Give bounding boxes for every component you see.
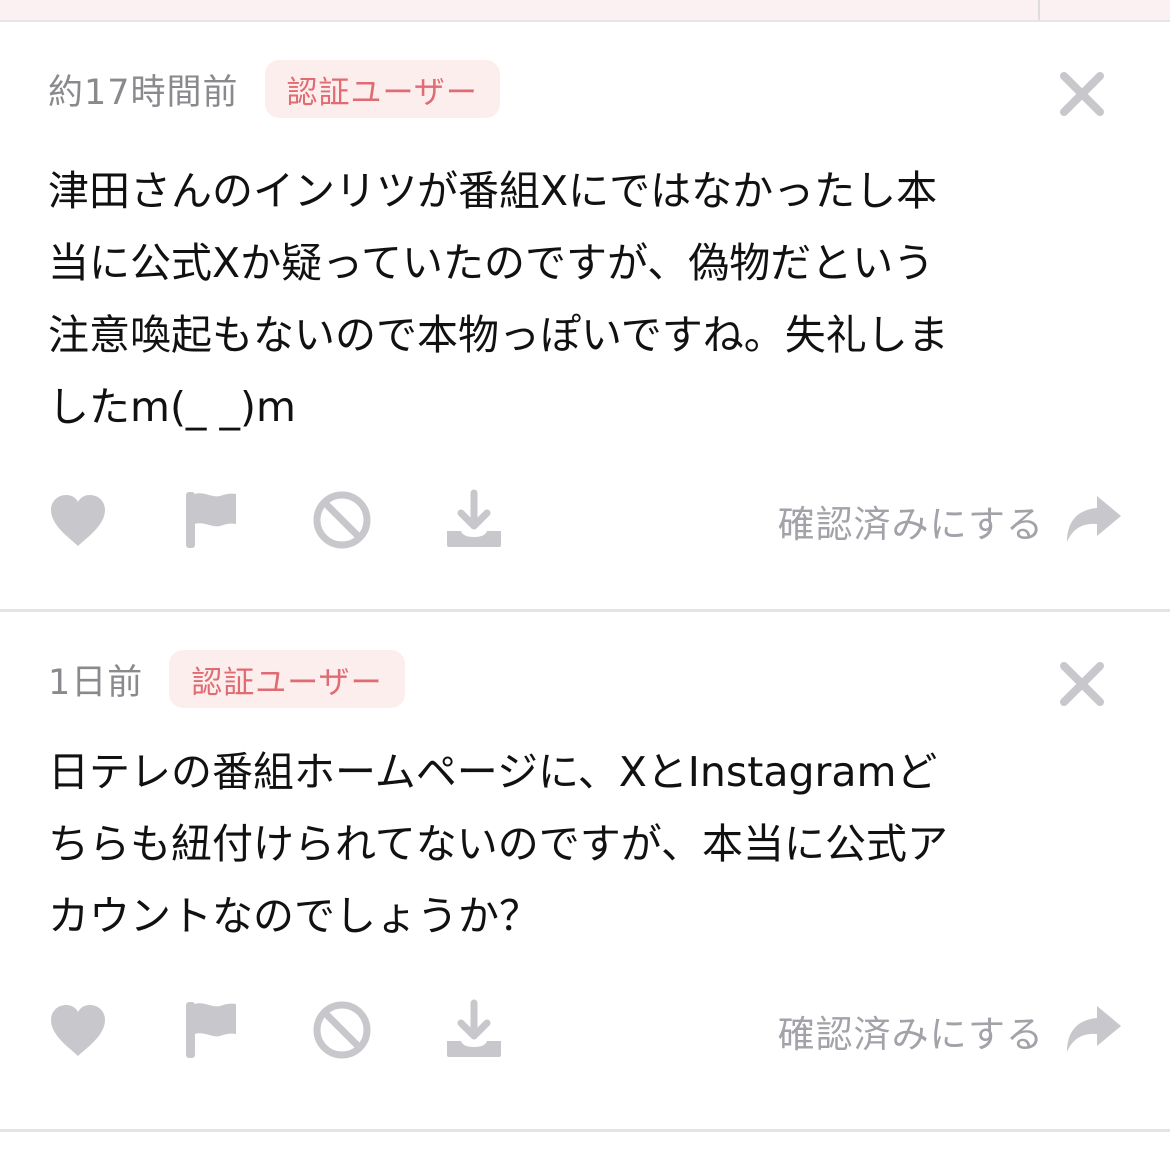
heart-icon bbox=[51, 495, 105, 546]
heart-icon bbox=[51, 1005, 105, 1056]
comment-actions: 確認済みにする bbox=[46, 998, 1124, 1062]
block-button[interactable] bbox=[310, 488, 374, 552]
reply-button[interactable] bbox=[1060, 488, 1124, 552]
download-icon bbox=[447, 999, 501, 1057]
close-icon bbox=[1060, 72, 1104, 116]
flag-icon bbox=[186, 1002, 236, 1058]
block-icon bbox=[313, 491, 371, 549]
verified-user-badge: 認証ユーザー bbox=[169, 650, 405, 708]
close-button[interactable] bbox=[1056, 658, 1108, 710]
report-button[interactable] bbox=[178, 488, 242, 552]
comment-timestamp: 約17時間前 bbox=[48, 72, 239, 113]
previous-card-divider bbox=[1038, 0, 1040, 20]
download-icon bbox=[447, 489, 501, 547]
block-icon bbox=[313, 1001, 371, 1059]
comment-card: 1日前 認証ユーザー 日テレの番組ホームページに、XとInstagramど ちら… bbox=[0, 612, 1170, 1132]
save-button[interactable] bbox=[442, 488, 506, 552]
comment-card: 約17時間前 認証ユーザー 津田さんのインリツが番組Xにではなかったし本 当に公… bbox=[0, 22, 1170, 612]
previous-card-bottom bbox=[0, 0, 1170, 22]
comment-text: 津田さんのインリツが番組Xにではなかったし本 当に公式Xか疑っていたのですが、偽… bbox=[48, 167, 949, 431]
block-button[interactable] bbox=[310, 998, 374, 1062]
comment-meta: 約17時間前 認証ユーザー bbox=[48, 60, 500, 118]
comment-text: 日テレの番組ホームページに、XとInstagramど ちらも紐付けられてないので… bbox=[48, 748, 948, 940]
like-button[interactable] bbox=[46, 488, 110, 552]
comment-meta: 1日前 認証ユーザー bbox=[48, 650, 405, 708]
reply-arrow-icon bbox=[1067, 496, 1121, 542]
report-button[interactable] bbox=[178, 998, 242, 1062]
reply-arrow-icon bbox=[1067, 1006, 1121, 1052]
reply-button[interactable] bbox=[1060, 998, 1124, 1062]
save-button[interactable] bbox=[442, 998, 506, 1062]
mark-confirmed-link[interactable]: 確認済みにする bbox=[778, 1004, 1044, 1058]
mark-confirmed-link[interactable]: 確認済みにする bbox=[778, 494, 1044, 548]
close-button[interactable] bbox=[1056, 68, 1108, 120]
verified-user-badge: 認証ユーザー bbox=[264, 60, 500, 118]
comment-actions: 確認済みにする bbox=[46, 488, 1124, 552]
like-button[interactable] bbox=[46, 998, 110, 1062]
close-icon bbox=[1060, 662, 1104, 706]
flag-icon bbox=[186, 492, 236, 548]
comment-timestamp: 1日前 bbox=[48, 662, 144, 703]
